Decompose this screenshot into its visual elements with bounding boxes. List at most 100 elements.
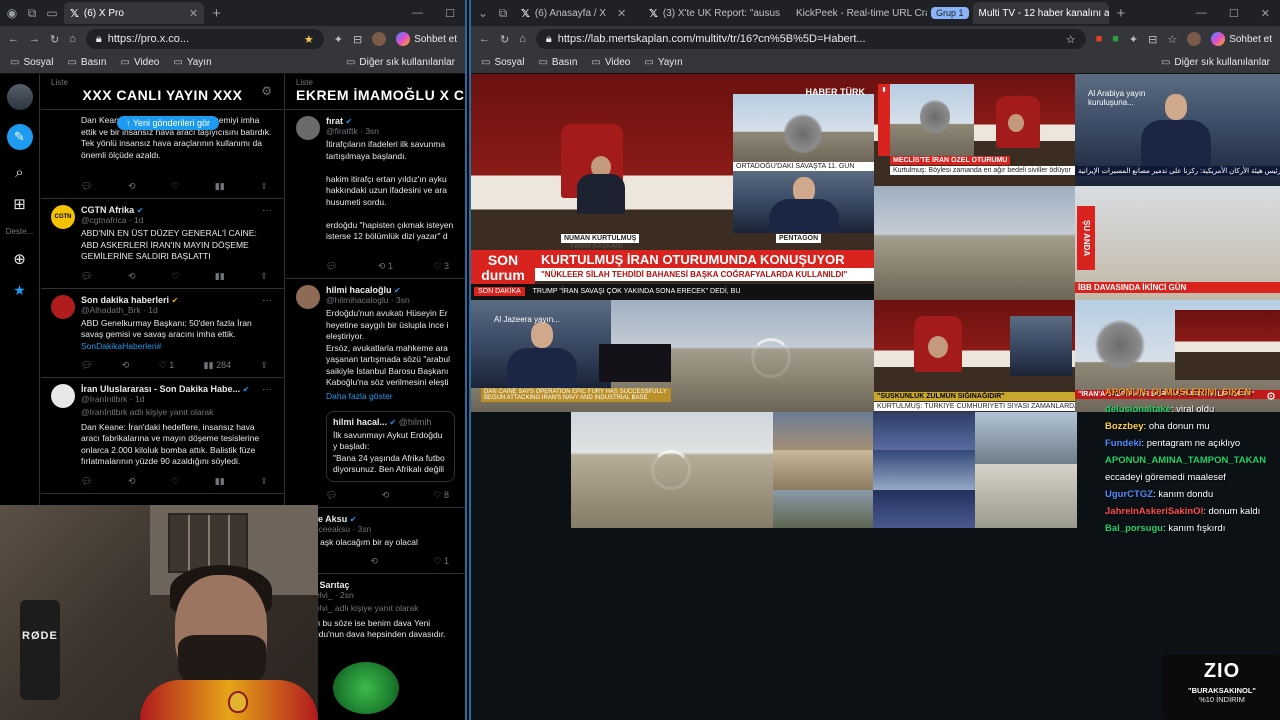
more-icon[interactable]: ··· [262, 205, 272, 216]
extension-icon[interactable]: ■ [1112, 33, 1119, 45]
views-icon[interactable]: ▮▮ [215, 271, 225, 282]
url-field[interactable]: 🔒︎ https://lab.mertskaplan.com/multitv/t… [535, 29, 1086, 49]
chat-settings-icon[interactable]: ⚙ [1266, 390, 1276, 403]
retweet-icon[interactable]: ⟲ [128, 181, 136, 192]
bookmark-folder[interactable]: ▭ Basın [538, 57, 577, 68]
split-screen-icon[interactable]: ⊟ [1148, 33, 1157, 46]
like-icon[interactable]: ♡ 1 [433, 556, 449, 567]
tab-uk-report[interactable]: 𝕏 (3) X'te UK Report: "ausus... — A [643, 2, 781, 24]
retweet-icon[interactable]: ⟲ 1 [378, 261, 393, 272]
reply-icon[interactable]: 💬︎ [81, 181, 92, 192]
maximize-icon[interactable]: ☐ [1229, 7, 1239, 20]
bookmark-icon[interactable]: ⇪ [260, 360, 268, 371]
tab-menu-icon[interactable]: ⌄ [475, 5, 491, 21]
like-icon[interactable]: ♡ [171, 181, 179, 192]
new-deck-icon[interactable]: ⊕ [13, 250, 26, 268]
home-icon[interactable]: ⌂ [69, 33, 76, 45]
reply-icon[interactable]: 💬︎ [326, 490, 337, 501]
chat-username[interactable]: Bozzbey [1105, 421, 1144, 432]
chat-username[interactable]: JahreinAskeriSakinOl [1105, 506, 1203, 517]
favorites-icon[interactable]: ☆ [1167, 33, 1177, 46]
tab-multitv[interactable]: Multi TV - 12 haber kanalını a ✕ [972, 2, 1109, 24]
close-tab-icon[interactable]: ✕ [189, 7, 198, 20]
column-settings-icon[interactable]: ⚙ [261, 84, 272, 98]
other-bookmarks[interactable]: ▭ Diğer sık kullanılanlar [1161, 57, 1270, 68]
reply-icon[interactable]: 💬︎ [81, 476, 92, 487]
extension-icon[interactable]: ✦ [1129, 33, 1138, 46]
tile-aerial-city[interactable] [571, 412, 773, 528]
views-icon[interactable]: ▮▮ 284 [204, 360, 231, 371]
minimize-icon[interactable]: — [1196, 7, 1207, 20]
avatar-icon[interactable] [1187, 32, 1202, 46]
tab-group-label[interactable]: Grup 1 [931, 7, 969, 19]
tweet[interactable]: ··· CGTN CGTN Afrika ✔ @cgtnafrica · 1d … [41, 199, 284, 289]
forward-icon[interactable]: → [29, 33, 40, 45]
copilot-button[interactable]: Sohbet et [1211, 32, 1272, 46]
tab-actions-icon[interactable]: ▭ [44, 5, 60, 21]
tweet[interactable]: fırat ✔ @firatftk · 3sn İtirafçıların if… [286, 110, 465, 279]
author-name[interactable]: fırat [326, 116, 343, 126]
url-field[interactable]: 🔒︎ https://pro.x.co... ★ [85, 29, 324, 49]
new-tab-button[interactable]: + [208, 5, 225, 22]
avatar[interactable] [296, 116, 320, 140]
split-screen-icon[interactable]: ⊟ [353, 33, 362, 46]
bookmark-folder[interactable]: ▭ Basın [67, 57, 106, 68]
tile-al-jazeera[interactable]: Al Jazeera yayın... DAN CAINE SAYS OPERA… [471, 300, 874, 412]
author-name[interactable]: Son dakika haberleri [81, 295, 169, 305]
chat-username[interactable]: UgurCTGZ [1105, 489, 1153, 500]
retweet-icon[interactable]: ⟲ [382, 490, 390, 501]
account-avatar[interactable] [6, 84, 33, 110]
bookmark-folder[interactable]: ▭ Video [592, 57, 631, 68]
column-title[interactable]: EKREM İMAMOĞLU X CA [296, 87, 465, 103]
bookmark-folder[interactable]: ▭ Video [121, 57, 160, 68]
chat-username[interactable]: Bal_porsugu [1105, 523, 1163, 534]
avatar[interactable] [296, 285, 320, 309]
more-icon[interactable]: ··· [262, 295, 272, 306]
tab-xpro[interactable]: 𝕏 (6) X Pro ✕ [64, 2, 205, 24]
copilot-button[interactable]: Sohbet et [396, 32, 457, 46]
back-icon[interactable]: ← [479, 33, 490, 45]
like-icon[interactable]: ♡ [171, 271, 179, 282]
like-icon[interactable]: ♡ [171, 476, 179, 487]
reply-icon[interactable]: 💬︎ [81, 360, 92, 371]
more-icon[interactable]: ··· [262, 384, 272, 395]
profile-icon[interactable]: ◉ [4, 5, 20, 21]
other-bookmarks[interactable]: ▭ Diğer sık kullanılanlar [346, 57, 455, 68]
add-column-icon[interactable]: ⊞ [13, 195, 26, 213]
like-icon[interactable]: ♡ 8 [433, 490, 449, 501]
refresh-icon[interactable]: ↻ [50, 33, 59, 46]
tile-webcam-mosaic-2[interactable] [975, 412, 1077, 528]
new-posts-button[interactable]: ↑ Yeni gönderileri gör [117, 116, 220, 130]
reply-icon[interactable]: 💬︎ [81, 271, 92, 282]
column-title[interactable]: XXX CANLI YAYIN XXX [51, 87, 274, 103]
avatar[interactable] [51, 294, 75, 319]
favorite-star-icon[interactable]: ★ [304, 33, 314, 46]
chat-username[interactable]: delusionaltake [1105, 404, 1171, 415]
chat-username[interactable]: Fundeki [1105, 438, 1141, 449]
bookmark-folder[interactable]: ▭ Yayın [173, 57, 211, 68]
tile-ntv[interactable]: ▮ MECLİS'TE İRAN ÖZEL OTURUMU Kurtulmuş:… [874, 74, 1075, 186]
extension-icon[interactable]: ✦ [334, 33, 343, 46]
close-tab-icon[interactable]: ✕ [617, 7, 626, 20]
views-icon[interactable]: ▮▮ [215, 181, 225, 192]
bookmark-icon[interactable]: ⇪ [260, 476, 268, 487]
tweet[interactable]: hilmi hacaloğlu ✔ @hilmihacaloglu · 3sn … [286, 279, 465, 508]
close-window-icon[interactable]: ✕ [1261, 7, 1270, 20]
bookmark-icon[interactable]: ⇪ [260, 181, 268, 192]
chat-username[interactable]: APONUN_AMINA_TAMPON_TAKAN [1105, 455, 1266, 466]
like-icon[interactable]: ♡ 1 [159, 360, 175, 371]
avatar[interactable]: CGTN [51, 205, 75, 229]
quoted-tweet[interactable]: hilmi hacal... ✔ @hilmih İlk savunmayı A… [326, 410, 455, 482]
tweet[interactable]: ··· Son dakika haberleri ✔ @Alhadath_Brk… [41, 289, 284, 378]
workspaces-icon[interactable]: ⧉ [24, 5, 40, 21]
minimize-icon[interactable]: — [412, 7, 423, 20]
tweet[interactable]: ··· İran Uluslararası - Son Dakika Habe.… [41, 378, 284, 494]
back-icon[interactable]: ← [8, 33, 19, 45]
workspaces-icon[interactable]: ⧉ [495, 5, 511, 21]
tab-anasayfa[interactable]: 𝕏 (6) Anasayfa / X ✕ [515, 2, 639, 24]
retweet-icon[interactable]: ⟲ [128, 271, 136, 282]
retweet-icon[interactable]: ⟲ [128, 476, 136, 487]
maximize-icon[interactable]: ☐ [445, 7, 455, 20]
retweet-icon[interactable]: ⟲ [370, 556, 378, 567]
tile-haberturk[interactable]: HABER TÜRK ORTADOĞU'DAKİ SAVAŞTA 11. GÜN… [471, 74, 874, 300]
